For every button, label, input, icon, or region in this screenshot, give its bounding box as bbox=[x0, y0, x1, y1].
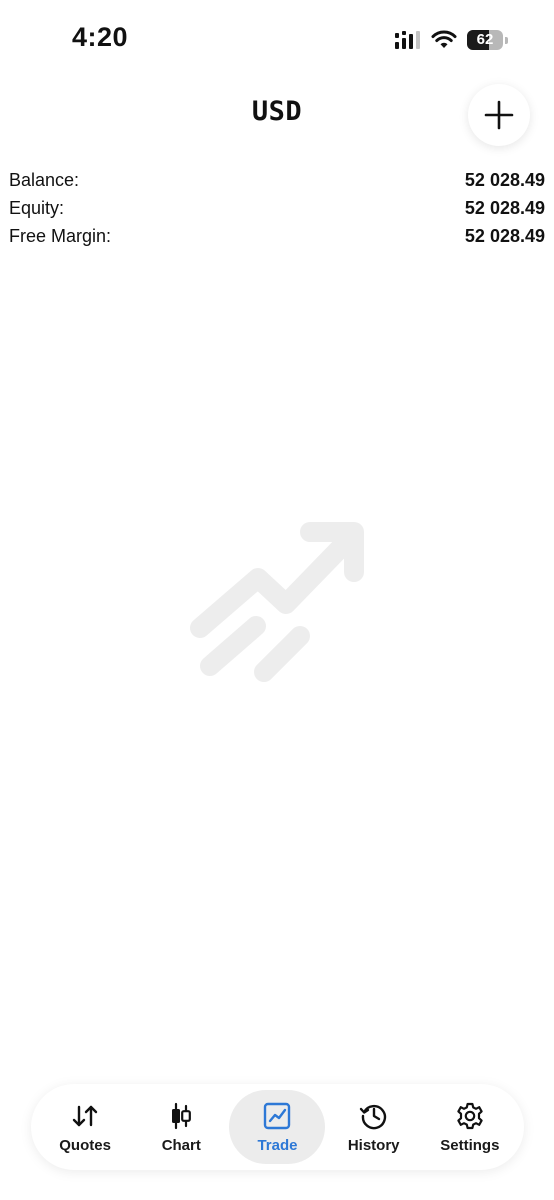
tab-quotes[interactable]: Quotes bbox=[37, 1090, 133, 1164]
plus-icon bbox=[484, 100, 514, 130]
candlestick-icon bbox=[172, 1102, 192, 1129]
battery-indicator: 62 bbox=[467, 30, 503, 50]
status-bar: 4:20 62 bbox=[0, 0, 554, 80]
add-button[interactable] bbox=[468, 84, 530, 146]
history-clock-icon bbox=[359, 1104, 386, 1129]
trending-up-icon bbox=[190, 522, 364, 682]
tab-settings[interactable]: Settings bbox=[422, 1090, 518, 1164]
tab-trade[interactable]: Trade bbox=[229, 1090, 326, 1164]
battery-nub bbox=[505, 36, 508, 44]
equity-value: 52 028.49 bbox=[464, 198, 545, 218]
trade-chart-icon bbox=[264, 1102, 291, 1129]
tab-label-settings: Settings bbox=[440, 1136, 500, 1154]
status-icons: 62 bbox=[395, 30, 508, 50]
free-margin-row: Free Margin: 52 028.49 bbox=[9, 222, 545, 250]
gear-icon bbox=[457, 1102, 483, 1129]
status-time: 4:20 bbox=[72, 22, 129, 52]
equity-row: Equity: 52 028.49 bbox=[9, 194, 545, 222]
signal-icon bbox=[395, 31, 420, 49]
account-summary: Balance: 52 028.49 Equity: 52 028.49 Fre… bbox=[9, 166, 545, 250]
tab-label-history: History bbox=[347, 1136, 400, 1154]
equity-label: Equity: bbox=[9, 198, 65, 218]
tab-label-trade: Trade bbox=[257, 1136, 298, 1154]
free-margin-value: 52 028.49 bbox=[464, 226, 545, 246]
battery-percent: 62 bbox=[476, 31, 494, 48]
wifi-icon bbox=[431, 30, 457, 48]
tab-label-quotes: Quotes bbox=[59, 1136, 111, 1154]
tab-bar: Quotes Chart Trade History Settings bbox=[31, 1084, 524, 1170]
screen: 4:20 62 USD Balance: 52 028.49 Equity: 5… bbox=[0, 0, 554, 1200]
balance-value: 52 028.49 bbox=[464, 170, 545, 190]
free-margin-label: Free Margin: bbox=[9, 226, 112, 246]
tab-label-chart: Chart bbox=[161, 1136, 201, 1154]
balance-label: Balance: bbox=[9, 170, 80, 190]
quotes-arrows-icon bbox=[72, 1105, 98, 1126]
balance-row: Balance: 52 028.49 bbox=[9, 166, 545, 194]
tab-chart[interactable]: Chart bbox=[133, 1090, 229, 1164]
tab-history[interactable]: History bbox=[326, 1090, 422, 1164]
